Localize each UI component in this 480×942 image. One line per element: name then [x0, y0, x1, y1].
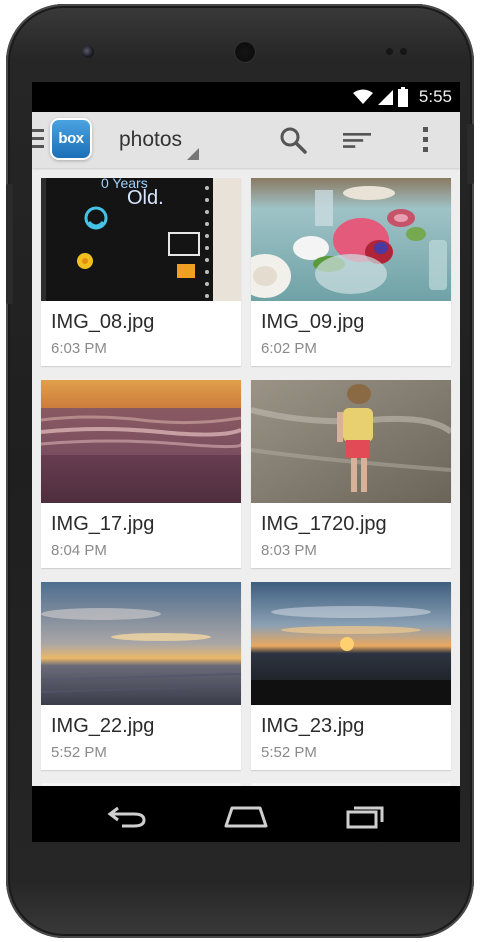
- file-time: 6:02 PM: [261, 340, 317, 357]
- status-time: 5:55: [418, 87, 452, 106]
- phone-frame: 5:55 box photos Old. 0 Years IMG_08.jpg …: [6, 4, 474, 938]
- folder-spinner[interactable]: photos: [119, 128, 199, 160]
- folder-title: photos: [119, 128, 183, 151]
- overflow-menu-icon[interactable]: [412, 126, 440, 154]
- phone-power-button: [467, 124, 474, 184]
- home-icon[interactable]: [222, 800, 270, 830]
- svg-text:0 Years: 0 Years: [101, 178, 148, 191]
- file-name: IMG_17.jpg: [51, 513, 155, 535]
- search-icon[interactable]: [279, 126, 307, 154]
- battery-icon: [397, 87, 408, 107]
- signal-icon: [377, 90, 393, 105]
- action-bar: box photos: [32, 112, 460, 168]
- app-screen: 5:55 box photos Old. 0 Years IMG_08.jpg …: [32, 82, 460, 842]
- file-name: IMG_1720.jpg: [261, 513, 387, 535]
- file-time: 8:03 PM: [261, 542, 317, 559]
- sort-icon[interactable]: [343, 126, 371, 154]
- light-sensor: [400, 48, 407, 55]
- phone-side-button: [6, 184, 13, 304]
- file-thumbnail: [41, 380, 241, 503]
- file-name: IMG_08.jpg: [51, 311, 155, 333]
- file-card[interactable]: IMG_09.jpg 6:02 PM: [251, 178, 451, 366]
- file-name: IMG_09.jpg: [261, 311, 365, 333]
- file-name: IMG_22.jpg: [51, 715, 155, 737]
- file-thumbnail: Old. 0 Years: [41, 178, 241, 301]
- back-icon[interactable]: [104, 800, 152, 830]
- file-time: 6:03 PM: [51, 340, 107, 357]
- wifi-icon: [352, 89, 373, 104]
- file-thumbnail: [41, 582, 241, 705]
- file-thumbnail: [251, 582, 451, 705]
- file-card[interactable]: IMG_23.jpg 5:52 PM: [251, 582, 451, 770]
- front-camera: [82, 46, 94, 58]
- file-card[interactable]: Old. 0 Years IMG_08.jpg 6:03 PM: [41, 178, 241, 366]
- file-card[interactable]: IMG_1720.jpg 8:03 PM: [251, 380, 451, 568]
- file-thumbnail: [251, 178, 451, 301]
- menu-icon[interactable]: [32, 129, 44, 151]
- file-name: IMG_23.jpg: [261, 715, 365, 737]
- navigation-bar: [32, 786, 460, 842]
- file-thumbnail: [251, 380, 451, 503]
- file-card[interactable]: IMG_22.jpg 5:52 PM: [41, 582, 241, 770]
- file-time: 8:04 PM: [51, 542, 107, 559]
- spinner-arrow-icon: [187, 148, 199, 160]
- recents-icon[interactable]: [342, 800, 390, 830]
- file-card[interactable]: IMG_17.jpg 8:04 PM: [41, 380, 241, 568]
- file-time: 5:52 PM: [51, 744, 107, 761]
- file-time: 5:52 PM: [261, 744, 317, 761]
- earpiece-speaker: [234, 41, 256, 63]
- box-logo[interactable]: box: [52, 120, 90, 158]
- status-bar: 5:55: [32, 82, 460, 112]
- proximity-sensor: [386, 48, 393, 55]
